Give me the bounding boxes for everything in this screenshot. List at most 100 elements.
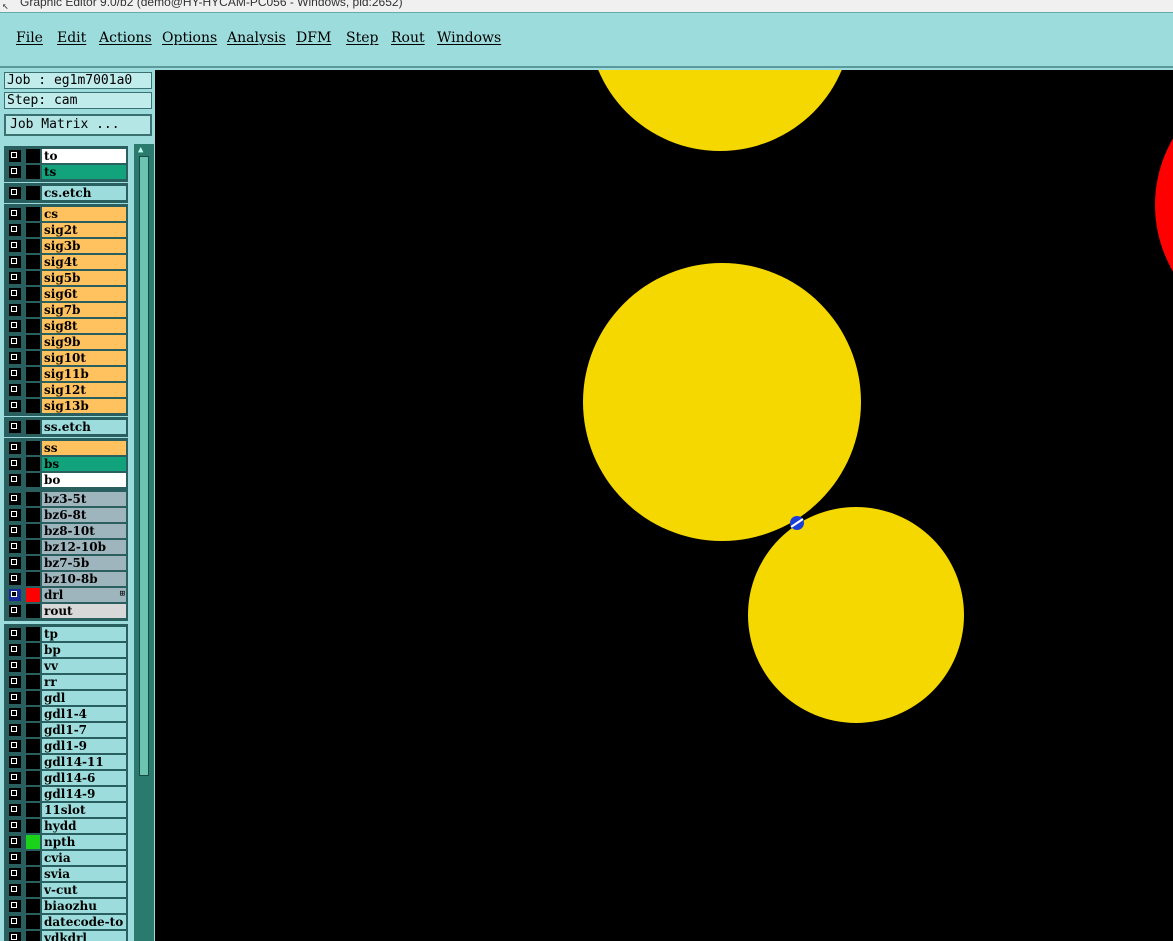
layer-name[interactable]: v-cut [42,883,126,897]
layer-color-swatch[interactable] [26,149,40,163]
layer-name[interactable]: sig10t [42,351,126,365]
layer-color-swatch[interactable] [26,303,40,317]
layer-row[interactable]: gdl14-6 [4,770,128,786]
layer-name[interactable]: gdl1-7 [42,723,126,737]
menu-file[interactable]: File [16,30,43,46]
layer-checkbox[interactable] [9,541,21,553]
layer-color-swatch[interactable] [26,351,40,365]
layer-row[interactable]: cs [4,206,128,222]
layer-name[interactable]: sig2t [42,223,126,237]
layer-name[interactable]: bz7-5b [42,556,126,570]
layer-checkbox[interactable] [9,932,21,941]
layer-row[interactable]: gdl14-9 [4,786,128,802]
layer-row[interactable]: gdl1-7 [4,722,128,738]
layer-name[interactable]: bz8-10t [42,524,126,538]
layer-checkbox[interactable] [9,557,21,569]
layer-row[interactable]: sig4t [4,254,128,270]
layer-color-swatch[interactable] [26,835,40,849]
layer-name[interactable]: gdl [42,691,126,705]
layer-row[interactable]: sig8t [4,318,128,334]
layer-row[interactable]: bz10-8b [4,571,128,587]
layer-color-swatch[interactable] [26,420,40,434]
layer-name[interactable]: datecode-to [42,915,126,929]
layer-checkbox[interactable] [9,644,21,656]
layer-checkbox[interactable] [9,368,21,380]
layer-name[interactable]: sig12t [42,383,126,397]
layer-name[interactable]: sig6t [42,287,126,301]
layer-row[interactable]: v-cut [4,882,128,898]
layer-color-swatch[interactable] [26,556,40,570]
layer-color-swatch[interactable] [26,207,40,221]
layer-list-scrollbar[interactable]: ▲ [134,144,154,941]
layer-name[interactable]: biaozhu [42,899,126,913]
layer-color-swatch[interactable] [26,899,40,913]
layer-name[interactable]: bz3-5t [42,492,126,506]
layer-name[interactable]: bo [42,473,126,487]
layer-checkbox[interactable] [9,660,21,672]
layer-row[interactable]: to [4,148,128,164]
layer-checkbox[interactable] [9,708,21,720]
layer-row[interactable]: cs.etch [4,185,128,201]
layer-color-swatch[interactable] [26,883,40,897]
layer-checkbox[interactable] [9,208,21,220]
layer-name[interactable]: ss [42,441,126,455]
layer-row[interactable]: drl ⊞ [4,587,128,603]
layer-name[interactable]: sig11b [42,367,126,381]
layer-row[interactable]: bz6-8t [4,507,128,523]
layer-name[interactable]: cvia [42,851,126,865]
scrollbar-thumb[interactable] [139,156,149,776]
layer-row[interactable]: bz8-10t [4,523,128,539]
layer-name[interactable]: bz12-10b [42,540,126,554]
layer-color-swatch[interactable] [26,659,40,673]
layer-checkbox[interactable] [9,187,21,199]
menu-edit[interactable]: Edit [57,30,86,46]
layer-color-swatch[interactable] [26,186,40,200]
layer-color-swatch[interactable] [26,819,40,833]
layer-row[interactable]: sig5b [4,270,128,286]
layer-checkbox[interactable] [9,320,21,332]
layer-checkbox[interactable] [9,509,21,521]
menu-actions[interactable]: Actions [99,30,152,46]
selection-marker-icon[interactable] [790,516,804,530]
layer-name[interactable]: 11slot [42,803,126,817]
layer-checkbox[interactable] [9,384,21,396]
layer-row[interactable]: sig9b [4,334,128,350]
layer-row[interactable]: bo [4,472,128,488]
scroll-up-arrow-icon[interactable]: ▲ [138,145,143,155]
layer-color-swatch[interactable] [26,867,40,881]
graphic-canvas[interactable] [155,70,1173,941]
layer-color-swatch[interactable] [26,739,40,753]
layer-checkbox[interactable] [9,724,21,736]
layer-color-swatch[interactable] [26,627,40,641]
layer-color-swatch[interactable] [26,915,40,929]
layer-name[interactable]: hydd [42,819,126,833]
layer-row[interactable]: 11slot [4,802,128,818]
layer-row[interactable]: sig12t [4,382,128,398]
layer-color-swatch[interactable] [26,755,40,769]
layer-name[interactable]: cs.etch [42,186,126,200]
layer-name[interactable]: drl [42,588,126,602]
layer-checkbox[interactable] [9,224,21,236]
layer-checkbox[interactable] [9,304,21,316]
layer-checkbox[interactable] [9,692,21,704]
layer-row[interactable]: sig2t [4,222,128,238]
layer-name[interactable]: to [42,149,126,163]
layer-checkbox[interactable] [9,836,21,848]
layer-name[interactable]: svia [42,867,126,881]
layer-checkbox[interactable] [9,474,21,486]
layer-checkbox[interactable] [9,166,21,178]
layer-name[interactable]: bs [42,457,126,471]
layer-row[interactable]: bz7-5b [4,555,128,571]
layer-checkbox[interactable] [9,458,21,470]
layer-checkbox[interactable] [9,740,21,752]
layer-row[interactable]: rout [4,603,128,619]
layer-row[interactable]: bp [4,642,128,658]
layer-name[interactable]: gdl14-9 [42,787,126,801]
layer-color-swatch[interactable] [26,643,40,657]
layer-name[interactable]: sig5b [42,271,126,285]
layer-color-swatch[interactable] [26,524,40,538]
layer-color-swatch[interactable] [26,399,40,413]
layer-checkbox[interactable] [9,256,21,268]
layer-checkbox[interactable] [9,400,21,412]
layer-row[interactable]: cvia [4,850,128,866]
